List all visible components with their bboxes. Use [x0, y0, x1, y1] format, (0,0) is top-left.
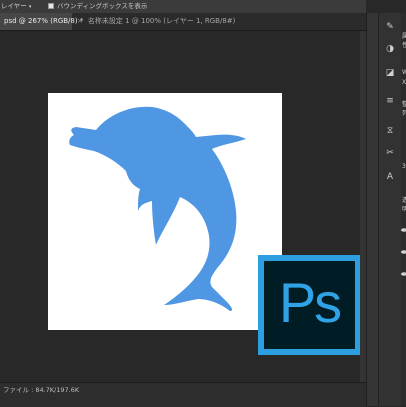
panel-label-properties: 属性 [402, 33, 406, 49]
file-size-readout: ファイル : 84.7K/197.6K [3, 386, 80, 394]
chevron-down-icon: ▾ [28, 4, 32, 10]
eye-icon[interactable] [401, 227, 406, 233]
adjust-icon[interactable]: ◪ [382, 65, 398, 81]
options-bar: レイヤー ▾ バウンディングボックスを表示 [0, 0, 366, 14]
photoshop-logo-inner: Ps [262, 259, 357, 351]
dolphin-shape[interactable] [48, 93, 282, 330]
layer-select-label: レイヤー [1, 2, 27, 10]
close-icon[interactable]: × [77, 17, 83, 25]
tab-label: 名称未設定 1 @ 100% (レイヤー 1, RGB/8#) [87, 17, 236, 25]
character-icon[interactable]: A [382, 169, 398, 185]
panel-icon-column: ✎ ◑ ◪ ≡ ⧖ ✂ A [379, 13, 401, 406]
history-icon[interactable]: ⧖ [382, 123, 398, 139]
tab-untitled-document[interactable]: × 名称未設定 1 @ 100% (レイヤー 1, RGB/8#) [73, 13, 366, 30]
panel-label-align: 整列 [402, 101, 406, 117]
eye-icon[interactable] [401, 271, 406, 277]
tab-active-document[interactable]: psd @ 267% (RGB/8) * [0, 13, 83, 30]
layer-select[interactable]: レイヤー ▾ [1, 0, 32, 13]
bounding-box-label: バウンディングボックスを表示 [57, 2, 148, 10]
scissors-icon[interactable]: ✂ [382, 145, 398, 161]
tab-label: psd @ 267% (RGB/8) * [4, 17, 84, 25]
photoshop-logo-text: Ps [278, 271, 342, 334]
align-icon[interactable]: ≡ [382, 93, 398, 109]
bounding-box-checkbox[interactable] [48, 3, 54, 9]
right-panels: ✎ ◑ ◪ ≡ ⧖ ✂ A 属性 W X 整列 3D 透明 [378, 13, 406, 406]
eye-icon[interactable] [401, 249, 406, 255]
panel-label-w: W [402, 69, 406, 76]
paint-bucket-icon[interactable]: ◑ [382, 41, 398, 57]
panel-label-opacity: 透明 [402, 197, 406, 213]
status-bar: ファイル : 84.7K/197.6K [0, 382, 366, 407]
photoshop-logo: Ps [258, 255, 361, 355]
document-tab-bar: psd @ 267% (RGB/8) * × 名称未設定 1 @ 100% (レイ… [0, 13, 366, 31]
panel-label-x: X [402, 79, 406, 86]
brush-icon[interactable]: ✎ [382, 19, 398, 35]
panel-label-3d: 3D [402, 163, 406, 170]
